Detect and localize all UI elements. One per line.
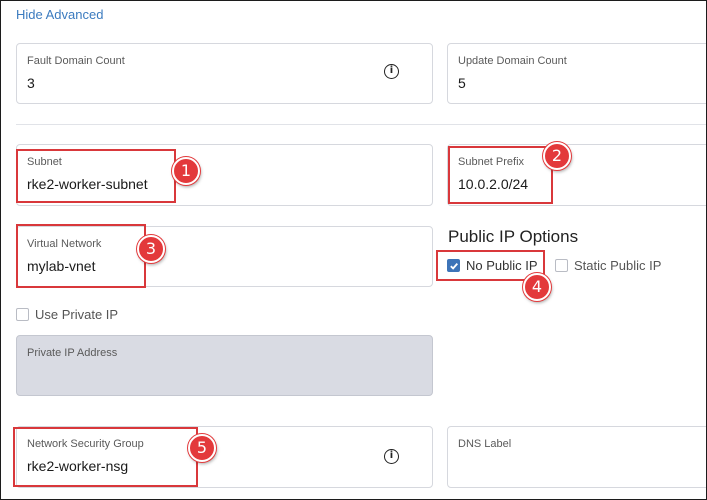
static-public-ip-checkbox[interactable]	[555, 259, 568, 272]
fault-domain-count-value: 3	[27, 75, 35, 91]
callout-badge-5: 5	[188, 434, 216, 462]
no-public-ip-label: No Public IP	[466, 258, 538, 273]
callout-badge-1: 1	[172, 157, 200, 185]
static-public-ip-option[interactable]: Static Public IP	[555, 258, 661, 273]
private-ip-address-field: Private IP Address	[16, 335, 433, 396]
fault-domain-count-field[interactable]: Fault Domain Count 3 i	[16, 43, 433, 104]
callout-badge-2: 2	[543, 142, 571, 170]
fault-domain-count-label: Fault Domain Count	[27, 55, 125, 67]
use-private-ip-checkbox[interactable]	[16, 308, 29, 321]
static-public-ip-label: Static Public IP	[574, 258, 662, 273]
network-security-group-value: rke2-worker-nsg	[27, 458, 129, 474]
use-private-ip-option[interactable]: Use Private IP	[16, 307, 118, 322]
subnet-field[interactable]: Subnet rke2-worker-subnet	[16, 144, 433, 206]
virtual-network-field[interactable]: Virtual Network mylab-vnet	[16, 226, 433, 287]
public-ip-options-title: Public IP Options	[448, 227, 579, 246]
use-private-ip-label: Use Private IP	[35, 307, 119, 322]
subnet-prefix-label: Subnet Prefix	[458, 156, 525, 168]
section-divider	[16, 124, 707, 125]
private-ip-address-label: Private IP Address	[27, 347, 118, 359]
subnet-label: Subnet	[27, 156, 62, 168]
callout-badge-4: 4	[523, 273, 551, 301]
virtual-network-value: mylab-vnet	[27, 258, 96, 274]
network-security-group-label: Network Security Group	[27, 438, 144, 450]
update-domain-count-label: Update Domain Count	[458, 55, 567, 67]
subnet-prefix-value: 10.0.2.0/24	[458, 176, 529, 192]
info-icon[interactable]: i	[384, 64, 399, 79]
update-domain-count-field[interactable]: Update Domain Count 5	[447, 43, 707, 104]
dns-label-field[interactable]: DNS Label	[447, 426, 707, 488]
subnet-value: rke2-worker-subnet	[27, 176, 148, 192]
checkmark-icon	[449, 262, 458, 270]
no-public-ip-checkbox[interactable]	[447, 259, 460, 272]
subnet-prefix-field[interactable]: Subnet Prefix 10.0.2.0/24	[447, 144, 707, 206]
info-icon[interactable]: i	[384, 449, 399, 464]
hide-advanced-link[interactable]: Hide Advanced	[16, 7, 103, 22]
update-domain-count-value: 5	[458, 75, 466, 91]
no-public-ip-option[interactable]: No Public IP	[447, 258, 538, 273]
callout-badge-3: 3	[137, 235, 165, 263]
dns-label-label: DNS Label	[458, 438, 512, 450]
virtual-network-label: Virtual Network	[27, 238, 102, 250]
network-security-group-field[interactable]: Network Security Group rke2-worker-nsg i	[16, 426, 433, 488]
